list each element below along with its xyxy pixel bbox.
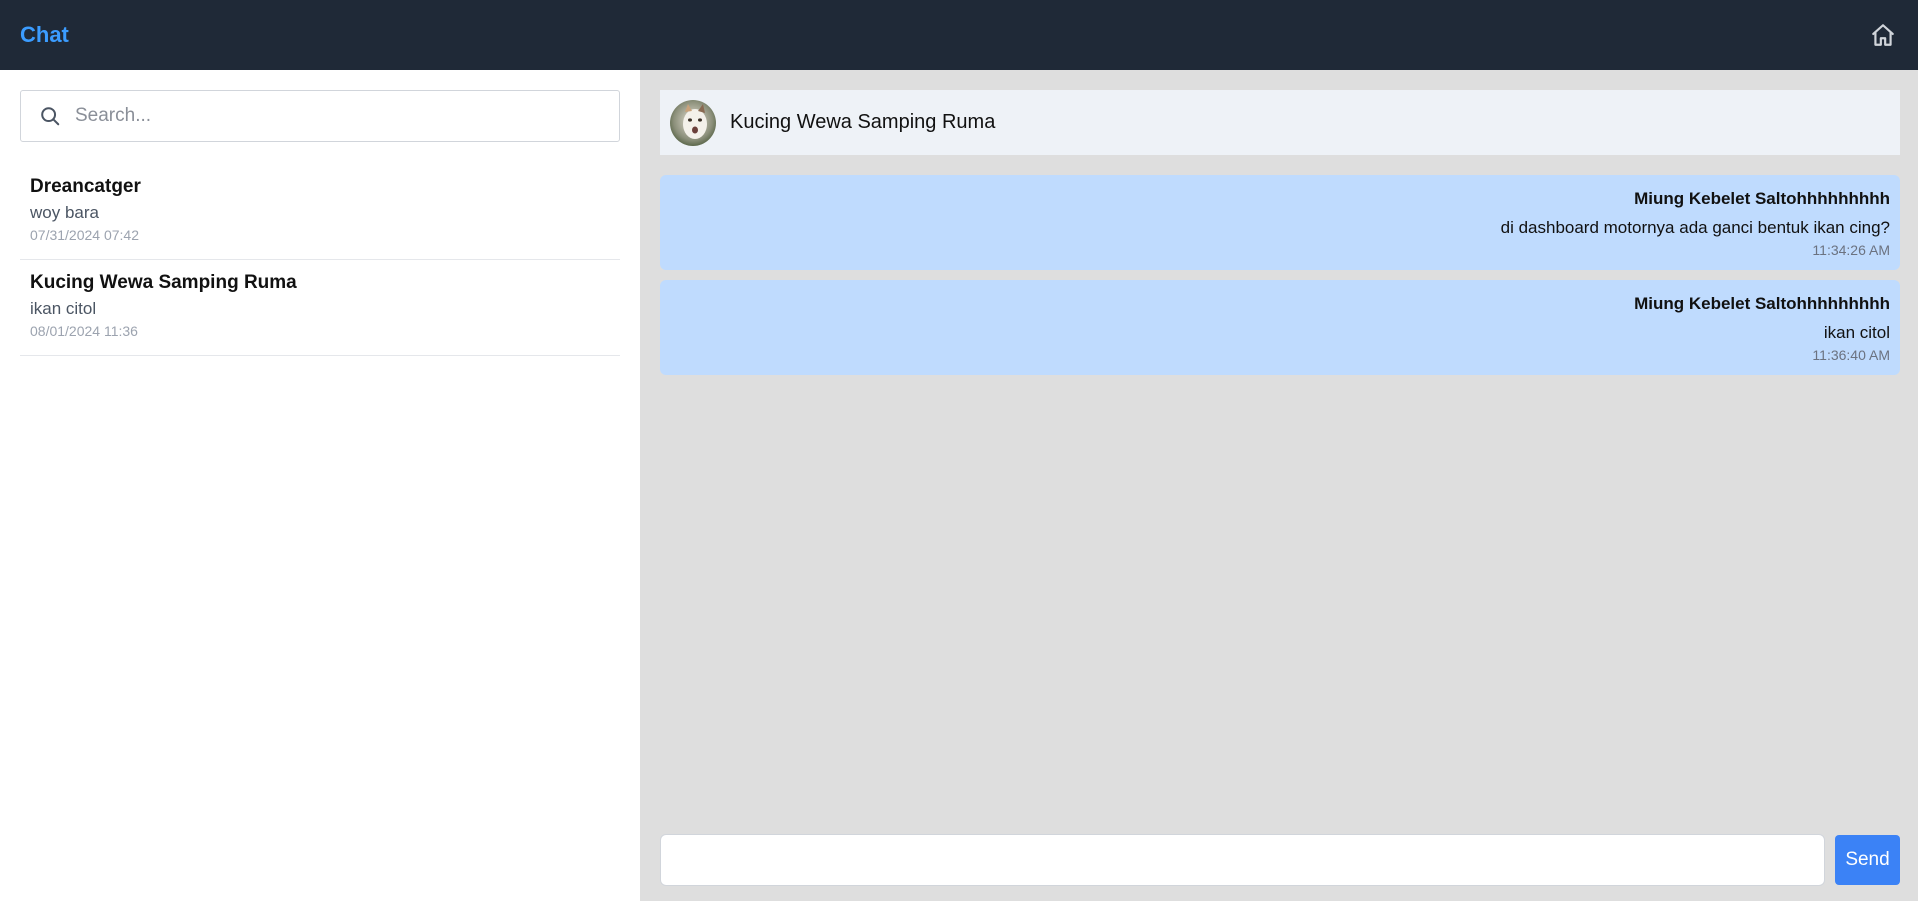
search-box — [20, 90, 620, 142]
message-text: di dashboard motornya ada ganci bentuk i… — [1500, 218, 1890, 237]
message-text: ikan citol — [1823, 323, 1890, 342]
message-composer: Send — [660, 834, 1900, 886]
message-bubble: Miung Kebelet Saltohhhhhhhhh ikan citol … — [660, 280, 1900, 375]
cat-avatar-image — [670, 99, 716, 146]
top-navbar: Chat — [0, 0, 1918, 70]
conversation-last-message: ikan citol — [30, 299, 97, 318]
chat-title: Kucing Wewa Samping Ruma — [730, 111, 996, 133]
conversation-list: Dreancatger woy bara 07/31/2024 07:42 Ku… — [20, 164, 620, 356]
search-icon — [41, 107, 60, 126]
message-bubble: Miung Kebelet Saltohhhhhhhhh di dashboar… — [660, 175, 1900, 270]
message-list: Miung Kebelet Saltohhhhhhhhh di dashboar… — [660, 175, 1900, 375]
conversation-item-dreancatger[interactable]: Dreancatger woy bara 07/31/2024 07:42 — [20, 164, 620, 260]
chat-panel: Kucing Wewa Samping Ruma Miung Kebelet S… — [640, 70, 1918, 901]
message-time: 11:34:26 AM — [1812, 242, 1890, 258]
avatar — [670, 99, 716, 146]
app-title[interactable]: Chat — [20, 22, 69, 48]
conversation-name: Dreancatger — [30, 176, 141, 197]
message-input[interactable] — [660, 834, 1825, 886]
conversation-timestamp: 07/31/2024 07:42 — [30, 227, 139, 243]
conversation-sidebar: Dreancatger woy bara 07/31/2024 07:42 Ku… — [0, 70, 640, 901]
conversation-item-kucing[interactable]: Kucing Wewa Samping Ruma ikan citol 08/0… — [20, 260, 620, 356]
home-button[interactable] — [1868, 20, 1898, 50]
message-sender: Miung Kebelet Saltohhhhhhhhh — [1634, 294, 1890, 313]
conversation-last-message: woy bara — [30, 203, 99, 222]
search-input[interactable] — [75, 105, 595, 127]
message-sender: Miung Kebelet Saltohhhhhhhhh — [1634, 189, 1890, 208]
conversation-timestamp: 08/01/2024 11:36 — [30, 323, 138, 339]
message-time: 11:36:40 AM — [1812, 347, 1890, 363]
home-icon — [1872, 24, 1894, 46]
chat-header: Kucing Wewa Samping Ruma — [660, 90, 1900, 155]
conversation-name: Kucing Wewa Samping Ruma — [30, 272, 297, 293]
send-button[interactable]: Send — [1835, 835, 1900, 885]
